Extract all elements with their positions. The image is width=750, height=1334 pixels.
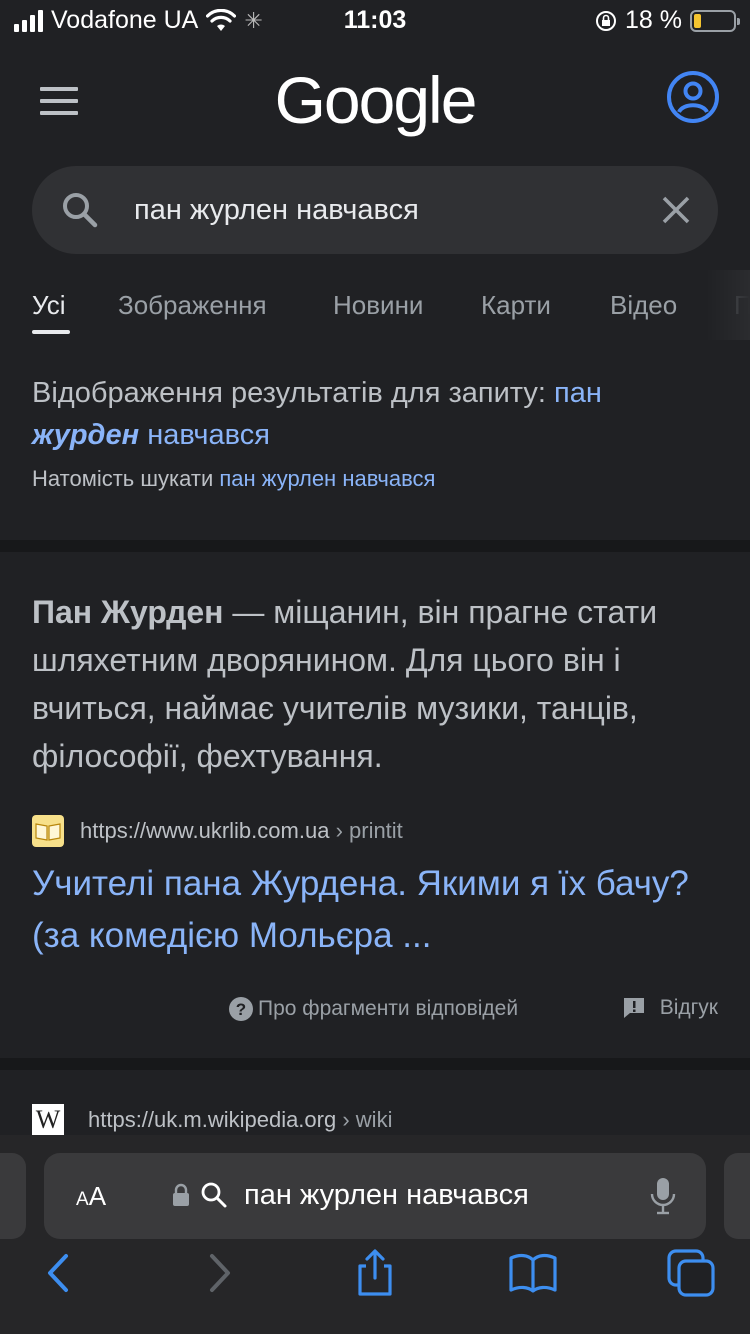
- bookmarks-icon[interactable]: [508, 1248, 558, 1298]
- snippet-source-url[interactable]: https://www.ukrlib.com.ua › printit: [80, 818, 403, 844]
- previous-tab-peek[interactable]: [0, 1153, 26, 1239]
- status-right: 18 %: [595, 6, 740, 35]
- next-tab-peek[interactable]: [724, 1153, 750, 1239]
- feedback-icon: [623, 998, 644, 1018]
- wikipedia-source-url[interactable]: https://uk.m.wikipedia.org › wiki: [88, 1107, 392, 1133]
- address-bar[interactable]: AA пан журлен навчався: [44, 1153, 706, 1239]
- snippet-result-title[interactable]: Учителі пана Журдена. Якими я їх бачу? (…: [32, 858, 722, 962]
- corrected-query-link-bold[interactable]: журден: [32, 419, 139, 451]
- search-tabs: Усі Зображення Новини Карти Відео П: [0, 270, 750, 340]
- status-bar: Vodafone UA ✳ 11:03 18 %: [0, 0, 750, 40]
- tab-video[interactable]: Відео: [610, 290, 677, 321]
- showing-results-line: Відображення результатів для запиту: пан…: [32, 372, 722, 456]
- snippet-source[interactable]: https://www.ukrlib.com.ua › printit: [32, 815, 403, 847]
- tab-maps[interactable]: Карти: [481, 290, 551, 321]
- corrected-query-link-part3[interactable]: навчався: [147, 419, 270, 451]
- rotation-lock-icon: [596, 10, 617, 31]
- tab-all[interactable]: Усі: [32, 290, 66, 321]
- mic-icon[interactable]: [650, 1177, 676, 1215]
- section-divider-2: [0, 1058, 750, 1070]
- address-search-icon: [201, 1182, 227, 1208]
- snippet-footer: ? Про фрагменти відповідей Відгук: [0, 992, 750, 1032]
- tab-news[interactable]: Новини: [333, 290, 423, 321]
- feedback-label: Відгук: [659, 996, 718, 1019]
- search-instead-prefix: Натомість шукати: [32, 466, 214, 491]
- svg-text:?: ?: [236, 1000, 246, 1019]
- forward-icon[interactable]: [194, 1248, 244, 1298]
- featured-snippet-text: Пан Журден — міщанин, він прагне стати ш…: [32, 588, 722, 780]
- about-snippets-label: Про фрагменти відповідей: [258, 997, 519, 1020]
- search-instead-line: Натомість шукати пан журлен навчався: [32, 466, 722, 492]
- tabs-icon[interactable]: [666, 1248, 716, 1298]
- wiki-domain: https://uk.m.wikipedia.org: [88, 1107, 337, 1132]
- google-logo[interactable]: Google: [0, 62, 750, 138]
- about-snippets-button[interactable]: ? Про фрагменти відповідей: [228, 996, 518, 1022]
- search-icon[interactable]: [60, 190, 100, 230]
- wiki-crumb: › wiki: [342, 1107, 393, 1132]
- safari-bottom-bar: AA пан журлен навчався: [0, 1135, 750, 1334]
- feedback-button[interactable]: Відгук: [622, 996, 718, 1020]
- active-tab-indicator: [32, 330, 70, 334]
- account-icon[interactable]: [666, 70, 720, 124]
- back-icon[interactable]: [34, 1248, 84, 1298]
- showing-prefix: Відображення результатів для запиту:: [32, 377, 546, 409]
- battery-level: [694, 13, 701, 28]
- section-divider: [0, 540, 750, 552]
- search-input[interactable]: пан журлен навчався: [134, 194, 419, 227]
- battery-percent: 18 %: [625, 6, 682, 34]
- address-text[interactable]: пан журлен навчався: [244, 1179, 529, 1212]
- share-icon[interactable]: [350, 1248, 400, 1298]
- source-domain: https://www.ukrlib.com.ua: [80, 818, 330, 843]
- corrected-query-link-part1[interactable]: пан: [554, 377, 602, 409]
- help-icon: ?: [229, 997, 253, 1021]
- tab-images[interactable]: Зображення: [118, 290, 267, 321]
- source-crumb: › printit: [335, 818, 403, 843]
- search-box[interactable]: пан журлен навчався: [32, 166, 718, 254]
- spelling-correction: Відображення результатів для запиту: пан…: [32, 372, 722, 492]
- search-instead-link[interactable]: пан журлен навчався: [219, 466, 435, 491]
- book-favicon-icon: [32, 815, 64, 847]
- wikipedia-result-source[interactable]: W https://uk.m.wikipedia.org › wiki: [32, 1104, 392, 1136]
- google-header: Google: [0, 40, 750, 160]
- wikipedia-favicon-icon: W: [32, 1104, 64, 1136]
- battery-icon: [690, 9, 740, 32]
- lock-icon: [173, 1183, 189, 1206]
- clear-icon[interactable]: [660, 194, 692, 226]
- tabs-fade: [706, 270, 750, 340]
- snippet-bold-term: Пан Журден: [32, 594, 224, 630]
- reader-aa-button[interactable]: AA: [76, 1181, 106, 1212]
